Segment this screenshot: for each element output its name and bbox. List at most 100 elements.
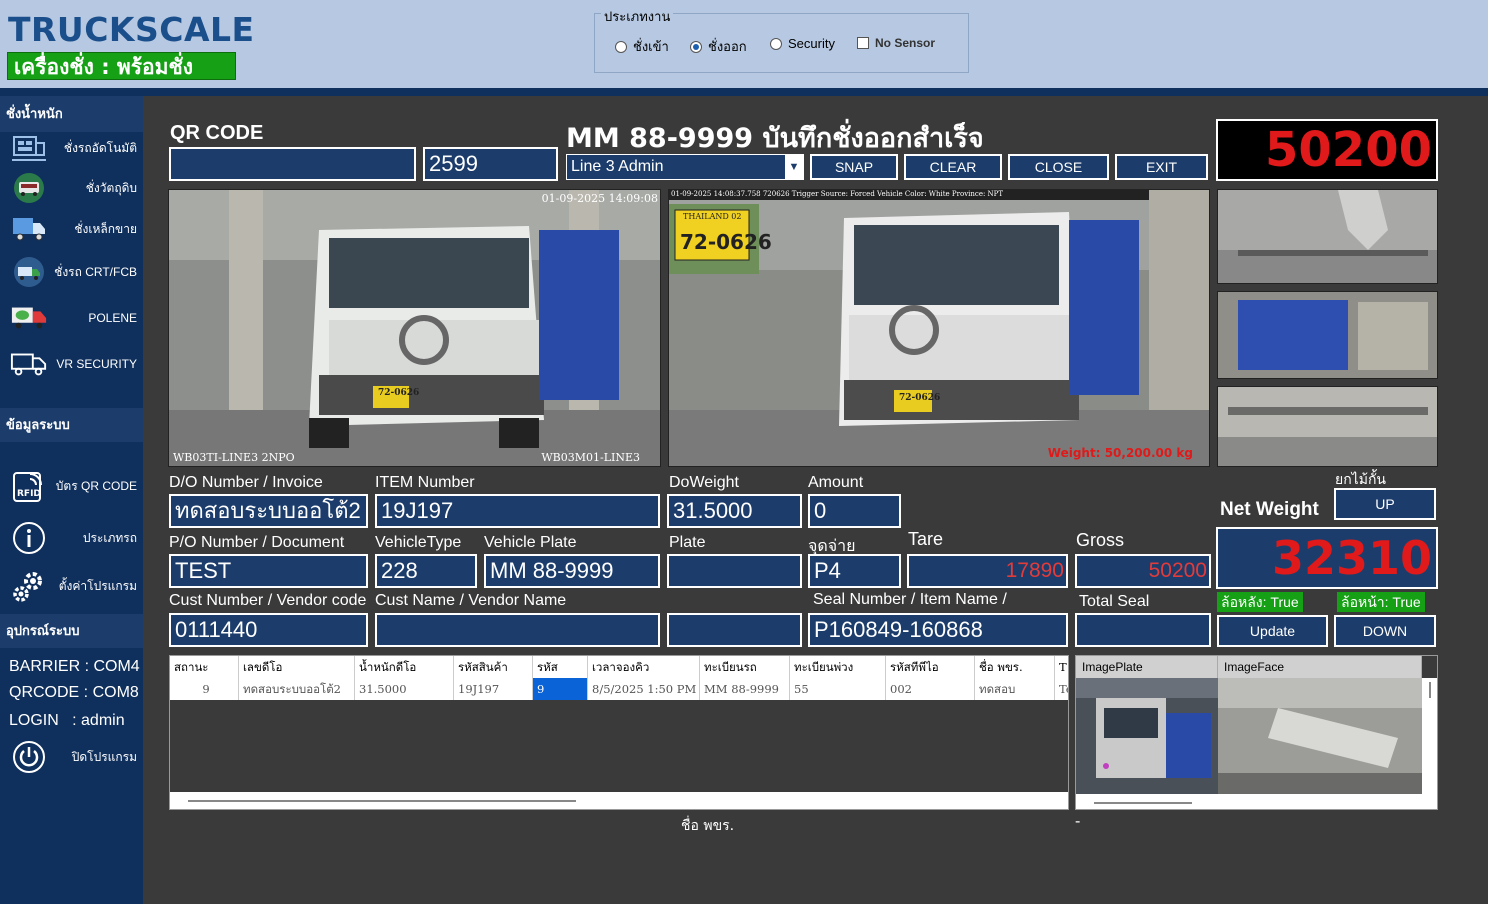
sidebar-item-label: ตั้งค่าโปรแกรม [58,578,137,593]
net-weight-display: 32310 [1216,527,1438,589]
radio-weigh-out[interactable]: ชั่งออก [690,36,747,57]
plate-field[interactable] [667,554,802,588]
table-cell[interactable]: 55 [790,678,886,700]
cust-name-field[interactable] [375,613,660,647]
column-header[interactable]: เวลาจองคิว [588,656,700,678]
sidebar-item-auto-weigh[interactable]: ชั่งรถอัดโนมัติ [0,128,143,168]
queue-table[interactable]: สถานะ เลขดีโอ น้ำหนักดีโอ รหัสสินค้า รหั… [169,655,1069,810]
vehicle-type-field[interactable]: 228 [375,554,477,588]
do-number-field[interactable]: ทดสอบระบบออโต้2 [169,494,368,528]
item-number-field[interactable]: 19J197 [375,494,660,528]
line-select-value: Line 3 Admin [571,158,664,175]
cust-extra-field[interactable] [667,613,802,647]
column-header[interactable]: รหัสทีพีไอ [886,656,975,678]
total-seal-field[interactable] [1075,613,1211,647]
table-cell[interactable]: MM 88-9999 [700,678,790,700]
column-header[interactable]: เลขดีโอ [239,656,355,678]
column-header[interactable]: รหัส [533,656,588,678]
cust-number-label: Cust Number / Vendor code [169,592,367,609]
seal-number-field[interactable]: P160849-160868 [808,613,1068,647]
qr-code-input[interactable] [169,147,416,181]
qr-number-input[interactable]: 2599 [423,147,558,181]
sidebar-item-label: ประเภทรถ [82,530,137,545]
image-table[interactable]: ImagePlate ImageFace [1075,655,1438,810]
sidebar-item-settings[interactable]: ตั้งค่าโปรแกรม [0,566,143,606]
page-title: MM 88-9999 บันทึกชั่งออกสำเร็จ [566,123,984,154]
dispatch-point-field[interactable]: P4 [808,554,901,588]
column-header[interactable]: ทะเบียนพ่วง [790,656,886,678]
sidebar-item-steel-sale[interactable]: ชั่งเหล็กขาย [0,209,143,249]
sidebar-item-polene[interactable]: POLENE [0,298,143,338]
amount-field[interactable]: 0 [808,494,901,528]
column-header[interactable]: สถานะ [170,656,239,678]
sidebar-item-vr-security[interactable]: VR SECURITY [0,344,143,384]
tare-field[interactable]: 17890 [907,554,1068,588]
radio-weigh-in[interactable]: ชั่งเข้า [615,36,669,57]
radio-dot-icon [615,40,627,53]
table-cell[interactable]: 19J197 [454,678,533,700]
image-plate-thumb[interactable] [1076,678,1218,794]
scrollbar-thumb[interactable] [188,800,576,802]
barrier-up-button[interactable]: UP [1334,488,1436,520]
table-cell[interactable]: ทดสอบระบบออโต้2 [239,678,355,700]
vehicle-plate-field[interactable]: MM 88-9999 [484,554,660,588]
line-select[interactable]: Line 3 Admin ▼ [566,154,804,180]
snap-button[interactable]: SNAP [810,154,898,180]
sidebar-item-label: POLENE [88,311,137,325]
sidebar-item-vehicle-type[interactable]: ประเภทรถ [0,518,143,558]
camera-weight-overlay: Weight: 50,200.00 kg [1047,446,1193,460]
svg-text:RFID: RFID [17,489,41,499]
camera-thumb-2 [1217,291,1438,379]
sidebar-item-qr-card[interactable]: RFID บัตร QR CODE [0,466,143,506]
column-header[interactable]: น้ำหนักดีโอ [355,656,454,678]
checkbox-no-sensor[interactable]: No Sensor [857,36,935,50]
gross-label: Gross [1076,530,1125,550]
column-header[interactable]: T [1055,656,1068,678]
cust-number-field[interactable]: 0111440 [169,613,368,647]
sidebar-exit-program[interactable]: ปิดโปรแกรม [0,737,143,777]
barrier-port: BARRIER : COM4 [9,658,140,675]
image-face-thumb[interactable] [1218,678,1422,794]
column-header[interactable]: ชื่อ พขร. [975,656,1055,678]
radio-security[interactable]: Security [770,36,835,51]
gross-field[interactable]: 50200 [1075,554,1211,588]
column-header[interactable]: รหัสสินค้า [454,656,533,678]
update-button[interactable]: Update [1217,615,1328,647]
table-cell[interactable]: 8/5/2025 1:50 PM [588,678,700,700]
table-row[interactable]: 9 ทดสอบระบบออโต้2 31.5000 19J197 9 8/5/2… [170,678,1068,700]
close-button[interactable]: CLOSE [1008,154,1109,180]
table-cell-selected[interactable]: 9 [533,678,588,700]
camera-info-header: 01-09-2025 14:08:37.758 720626 Trigger S… [671,190,1004,198]
plate-number-text: 72-0626 [680,230,772,254]
job-type-legend: ประเภทงาน [601,6,674,27]
table-cell[interactable]: ทดสอบ [975,678,1055,700]
sidebar-item-crt-fcb[interactable]: ชั่งรถ CRT/FCB [0,252,143,292]
barrier-down-button[interactable]: DOWN [1334,615,1436,647]
exit-button[interactable]: EXIT [1115,154,1208,180]
scrollbar-thumb[interactable] [1429,682,1431,698]
clear-button[interactable]: CLEAR [904,154,1002,180]
vertical-scrollbar[interactable] [1422,678,1437,794]
po-number-field[interactable]: TEST [169,554,368,588]
sidebar-item-raw-material[interactable]: ชั่งวัตถุดิบ [0,168,143,208]
column-header[interactable]: ImageFace [1218,656,1422,678]
top-header: TRUCKSCALE เครื่องชั่ง : พร้อมชั่ง ประเภ… [0,0,1488,88]
table-cell[interactable]: 31.5000 [355,678,454,700]
camera-thumb-1 [1217,189,1438,284]
truck-plate-text: 72-0626 [378,388,420,398]
table-cell[interactable]: 002 [886,678,975,700]
net-weight-label: Net Weight [1220,499,1319,520]
cargo-truck-icon [10,302,48,334]
horizontal-scrollbar[interactable] [1076,794,1437,809]
horizontal-scrollbar[interactable] [170,792,1068,809]
truck-circle-icon [10,256,48,288]
table-cell[interactable]: 9 [170,678,239,700]
scrollbar-thumb[interactable] [1094,802,1192,804]
do-number-label: D/O Number / Invoice [169,474,323,491]
column-header[interactable]: ทะเบียนรถ [700,656,790,678]
table-cell[interactable]: Te [1055,678,1068,700]
do-weight-field[interactable]: 31.5000 [667,494,802,528]
column-header[interactable]: ImagePlate [1076,656,1218,678]
radio-label: Security [788,36,835,51]
chevron-down-icon: ▼ [785,155,803,179]
